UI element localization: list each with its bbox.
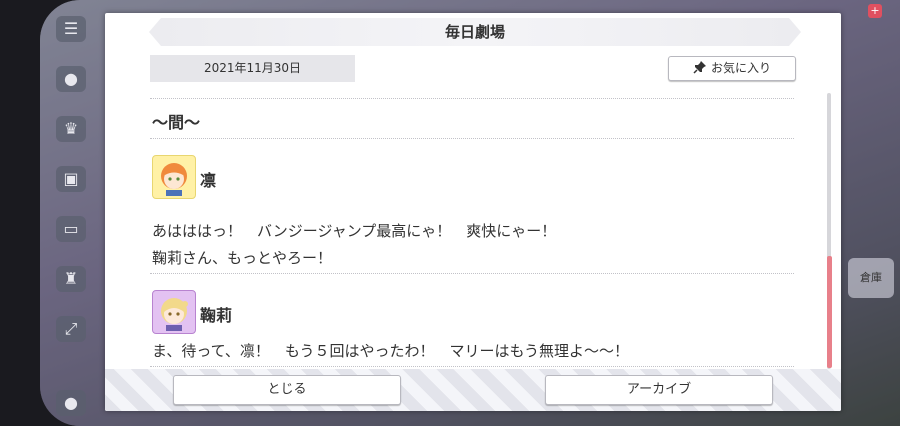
- dialogue-line: ま、待って、凛！ もう５回はやったわ！ マリーはもう無理よ〜〜！: [152, 342, 630, 360]
- divider: [150, 138, 794, 139]
- date-label: 2021年11月30日: [150, 55, 355, 82]
- gift-icon[interactable]: ▣: [56, 166, 86, 192]
- pin-icon: [693, 57, 707, 80]
- dialogue-line: あはははっ！ バンジージャンプ最高にゃ！ 爽快にゃー！: [152, 222, 557, 240]
- profile-icon[interactable]: ●: [56, 390, 86, 416]
- monitor-icon[interactable]: ▭: [56, 216, 86, 242]
- avatar: [152, 155, 196, 199]
- speaker-name: 凛: [200, 171, 217, 190]
- right-background-deco: + 倉庫: [840, 0, 900, 426]
- present-icon[interactable]: ♛: [56, 116, 86, 142]
- archive-button[interactable]: アーカイブ: [545, 375, 773, 405]
- trophy-icon[interactable]: ♜: [56, 266, 86, 292]
- avatar: [152, 290, 196, 334]
- chat-icon[interactable]: ●: [56, 66, 86, 92]
- story-content: 〜間〜 凛 あはははっ！ バンジージャンプ最高にゃ！ 爽快にゃー！ 鞠莉さん、も…: [150, 95, 794, 367]
- scrollbar-thumb[interactable]: [827, 256, 832, 368]
- divider: [150, 273, 794, 274]
- favorite-button[interactable]: お気に入り: [668, 56, 796, 81]
- close-button[interactable]: とじる: [173, 375, 401, 405]
- notification-badge: +: [868, 4, 882, 18]
- daily-theater-dialog: 毎日劇場 2021年11月30日 お気に入り 〜間〜 凛 あはははっ！ バンジー…: [105, 13, 841, 411]
- dialog-footer: とじる アーカイブ: [105, 369, 841, 411]
- side-navigation: ☰ ● ♛ ▣ ▭ ♜ ⤢ ●: [48, 10, 94, 416]
- divider: [150, 98, 794, 99]
- expand-icon[interactable]: ⤢: [56, 316, 86, 342]
- menu-icon[interactable]: ☰: [56, 16, 86, 42]
- storage-tile[interactable]: 倉庫: [848, 258, 894, 298]
- divider: [150, 366, 794, 367]
- episode-title: 〜間〜: [152, 113, 201, 132]
- dialogue-line: 鞠莉さん、もっとやろー！: [152, 249, 333, 267]
- dialog-title: 毎日劇場: [149, 18, 801, 46]
- favorite-label: お気に入り: [710, 61, 771, 75]
- speaker-name: 鞠莉: [200, 306, 233, 325]
